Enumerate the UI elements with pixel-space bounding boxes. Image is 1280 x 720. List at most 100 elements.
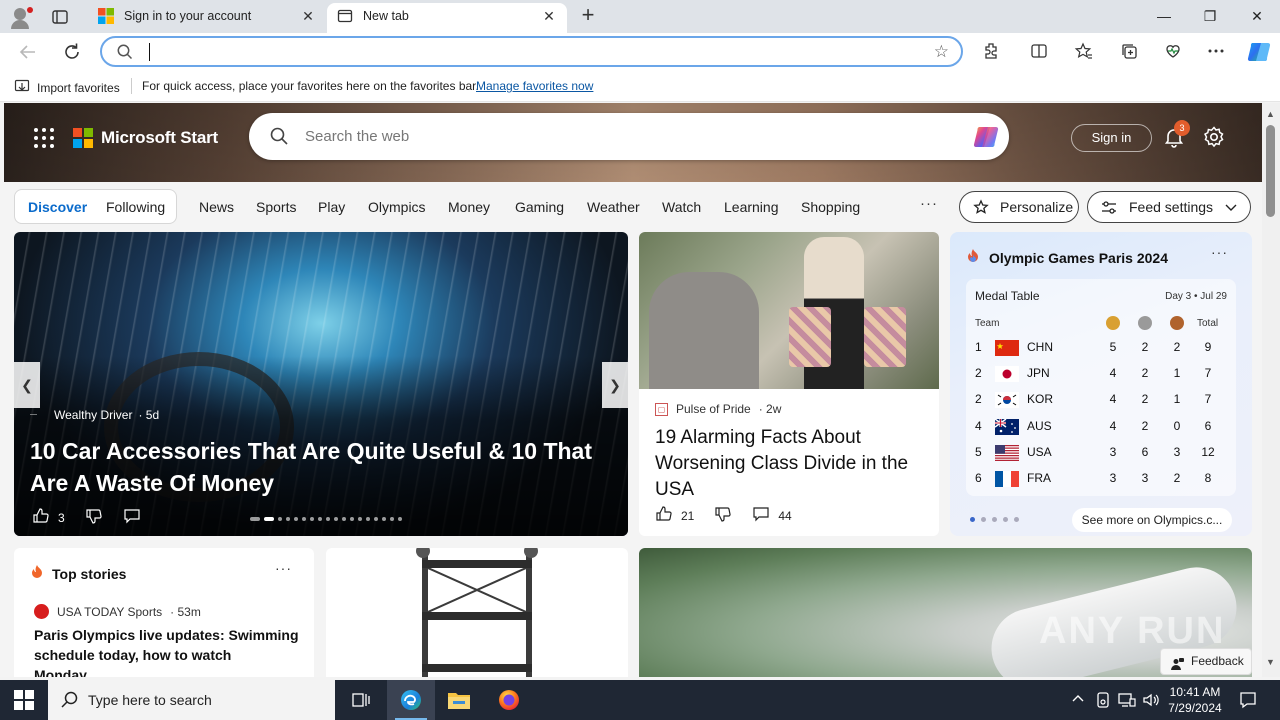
carousel-dot[interactable] <box>382 517 386 521</box>
task-view-icon[interactable] <box>337 680 385 720</box>
device-tray-icon[interactable] <box>1096 692 1110 711</box>
nav-play[interactable]: Play <box>318 199 345 215</box>
carousel-dot[interactable] <box>366 517 370 521</box>
tab-new-tab[interactable]: New tab ✕ <box>327 3 567 33</box>
olympics-card-header[interactable]: Olympic Games Paris 2024 <box>966 248 1168 267</box>
taskbar-clock[interactable]: 10:41 AM 7/29/2024 <box>1165 684 1225 716</box>
story-headline[interactable]: 19 Alarming Facts About Worsening Class … <box>655 425 925 503</box>
show-hidden-icons-chevron-icon[interactable] <box>1072 693 1084 708</box>
top-stories-header[interactable]: Top stories <box>30 564 126 583</box>
feed-settings-button[interactable]: Feed settings <box>1087 191 1251 223</box>
tab-discover[interactable]: Discover <box>28 199 87 215</box>
feedback-button[interactable]: Feedback <box>1160 648 1252 675</box>
story-headline[interactable]: Paris Olympics live updates: Swimming sc… <box>34 625 300 677</box>
scroll-up-arrow-icon[interactable]: ▲ <box>1266 109 1275 119</box>
carousel-dot[interactable] <box>358 517 362 521</box>
carousel-dot[interactable] <box>278 517 282 521</box>
nav-gaming[interactable]: Gaming <box>515 199 564 215</box>
extensions-icon[interactable] <box>980 41 1002 63</box>
nav-watch[interactable]: Watch <box>662 199 701 215</box>
tab-sign-in[interactable]: Sign in to your account ✕ <box>88 0 326 33</box>
browser-essentials-icon[interactable] <box>1162 41 1184 63</box>
minimize-button[interactable]: — <box>1152 5 1176 27</box>
thumbs-up-icon[interactable] <box>655 505 673 526</box>
nav-more-icon[interactable]: ··· <box>920 195 938 212</box>
restore-button[interactable]: ❐ <box>1198 5 1222 27</box>
close-window-button[interactable]: ✕ <box>1245 5 1269 27</box>
taskbar-search-box[interactable]: Type here to search <box>48 680 335 720</box>
firefox-icon[interactable] <box>485 680 533 720</box>
scrollbar-thumb[interactable] <box>1266 125 1275 217</box>
card-more-icon[interactable]: ··· <box>275 560 292 576</box>
app-launcher-icon[interactable] <box>34 128 54 148</box>
action-center-icon[interactable] <box>1238 690 1258 710</box>
carousel-dot[interactable] <box>318 517 322 521</box>
carousel-prev-arrow-icon[interactable]: ❮ <box>14 362 40 408</box>
personalize-button[interactable]: Personalize <box>959 191 1079 223</box>
carousel-dot[interactable] <box>310 517 314 521</box>
carousel-dot[interactable] <box>398 517 402 521</box>
windows-start-icon[interactable] <box>14 690 34 710</box>
carousel-dot[interactable] <box>342 517 346 521</box>
nav-shopping[interactable]: Shopping <box>801 199 860 215</box>
settings-more-icon[interactable] <box>1205 41 1227 63</box>
new-tab-button[interactable]: + <box>578 4 598 27</box>
close-tab-icon[interactable]: ✕ <box>300 8 316 24</box>
carousel-dot[interactable] <box>350 517 354 521</box>
nav-weather[interactable]: Weather <box>587 199 640 215</box>
collections-icon[interactable] <box>1118 41 1140 63</box>
carousel-next-arrow-icon[interactable]: ❯ <box>602 362 628 408</box>
tab-actions-icon[interactable] <box>50 7 70 27</box>
split-screen-icon[interactable] <box>1028 41 1050 63</box>
back-arrow-icon[interactable] <box>16 40 40 64</box>
sign-in-button[interactable]: Sign in <box>1071 124 1152 152</box>
carousel-dot[interactable] <box>374 517 378 521</box>
card-pager[interactable] <box>970 517 1019 522</box>
profile-icon[interactable] <box>8 5 33 29</box>
card-more-icon[interactable]: ··· <box>1211 244 1228 260</box>
thumbs-down-icon[interactable] <box>714 505 732 526</box>
medal-table[interactable]: Medal Table Day 3 • Jul 29 Team Total 1 … <box>966 279 1236 496</box>
see-more-olympics-button[interactable]: See more on Olympics.c... <box>1072 508 1232 532</box>
refresh-icon[interactable] <box>60 40 84 64</box>
thumbs-up-icon[interactable] <box>32 507 50 528</box>
story-headline[interactable]: 10 Car Accessories That Are Quite Useful… <box>30 435 610 499</box>
favorite-star-icon[interactable]: ☆ <box>934 42 949 62</box>
carousel-dot[interactable] <box>250 517 260 521</box>
volume-icon[interactable] <box>1142 692 1160 711</box>
carousel-dot[interactable] <box>326 517 330 521</box>
close-tab-icon[interactable]: ✕ <box>541 8 557 24</box>
network-icon[interactable] <box>1118 692 1136 711</box>
main-story-card[interactable]: ❮ ❯ ― Wealthy Driver · 5d 10 Car Accesso… <box>14 232 628 536</box>
copilot-icon[interactable] <box>971 122 1001 152</box>
edge-taskbar-icon[interactable] <box>387 680 435 720</box>
address-bar[interactable]: ☆ <box>100 36 963 67</box>
nav-news[interactable]: News <box>199 199 234 215</box>
scroll-down-arrow-icon[interactable]: ▼ <box>1266 657 1275 667</box>
carousel-indicator[interactable] <box>250 516 402 522</box>
story-card[interactable]: ▢ Pulse of Pride · 2w 19 Alarming Facts … <box>639 232 939 536</box>
brand-title[interactable]: Microsoft Start <box>101 128 218 148</box>
web-search-box[interactable]: Search the web <box>249 113 1009 160</box>
nav-money[interactable]: Money <box>448 199 490 215</box>
nav-sports[interactable]: Sports <box>256 199 296 215</box>
carousel-dot[interactable] <box>286 517 290 521</box>
nav-olympics[interactable]: Olympics <box>368 199 426 215</box>
import-favorites-button[interactable]: Import favorites <box>14 78 120 97</box>
settings-gear-icon[interactable] <box>1202 125 1226 149</box>
carousel-dot[interactable] <box>390 517 394 521</box>
carousel-dot[interactable] <box>264 517 274 521</box>
manage-favorites-link[interactable]: Manage favorites now <box>476 79 593 93</box>
tab-following[interactable]: Following <box>106 199 165 215</box>
favorites-icon[interactable] <box>1073 41 1095 63</box>
carousel-dot[interactable] <box>302 517 306 521</box>
file-explorer-icon[interactable] <box>435 680 483 720</box>
page-scrollbar[interactable]: ▲ ▼ <box>1262 103 1280 677</box>
copilot-icon[interactable] <box>1246 39 1272 65</box>
comment-icon[interactable] <box>752 505 770 526</box>
product-card[interactable] <box>326 548 628 677</box>
nav-learning[interactable]: Learning <box>724 199 779 215</box>
carousel-dot[interactable] <box>294 517 298 521</box>
thumbs-down-icon[interactable] <box>85 507 103 528</box>
comment-icon[interactable] <box>123 507 141 528</box>
